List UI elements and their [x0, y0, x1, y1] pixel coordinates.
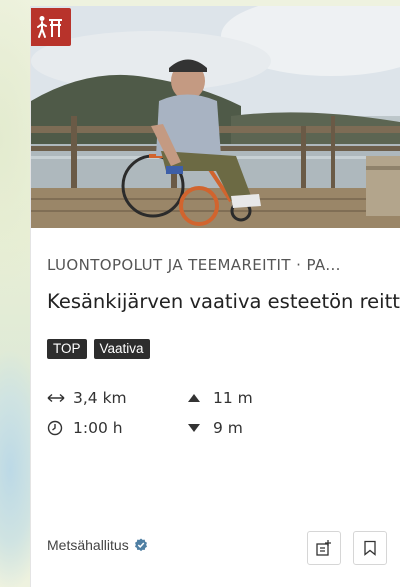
route-photo — [31, 6, 400, 228]
distance-arrows-icon — [47, 392, 67, 404]
verified-badge-icon — [134, 538, 148, 552]
clock-icon — [47, 420, 67, 436]
add-to-plan-button[interactable] — [307, 531, 341, 565]
bookmark-icon — [364, 540, 376, 556]
descent-value: 9 m — [213, 419, 243, 437]
bookmark-button[interactable] — [353, 531, 387, 565]
distance-value: 3,4 km — [73, 389, 127, 407]
duration-value: 1:00 h — [73, 419, 123, 437]
tag-difficulty: Vaativa — [93, 339, 150, 359]
descent-triangle-icon — [187, 423, 207, 433]
stat-distance: 3,4 km — [47, 387, 187, 409]
ascent-triangle-icon — [187, 393, 207, 403]
provider-name[interactable]: Metsähallitus — [47, 537, 129, 553]
tag-list: TOP Vaativa — [47, 339, 394, 359]
map-background — [0, 0, 30, 587]
card-actions — [307, 531, 387, 565]
route-category: LUONTOPOLUT JA TEEMAREITIT · PA... — [47, 256, 341, 274]
card-footer: Metsähallitus — [47, 531, 400, 565]
tag-top: TOP — [47, 339, 87, 359]
route-card[interactable]: LUONTOPOLUT JA TEEMAREITIT · PA... Kesän… — [30, 6, 400, 587]
add-to-plan-icon — [316, 540, 331, 556]
stat-ascent: 11 m — [187, 387, 307, 409]
ascent-value: 11 m — [213, 389, 253, 407]
stat-duration: 1:00 h — [47, 417, 187, 439]
accessible-hiker-icon — [31, 8, 71, 46]
route-stats: 3,4 km 11 m 1:00 h 9 m — [47, 387, 394, 439]
stat-descent: 9 m — [187, 417, 307, 439]
route-title[interactable]: Kesänkijärven vaativa esteetön reitti — [47, 286, 400, 317]
